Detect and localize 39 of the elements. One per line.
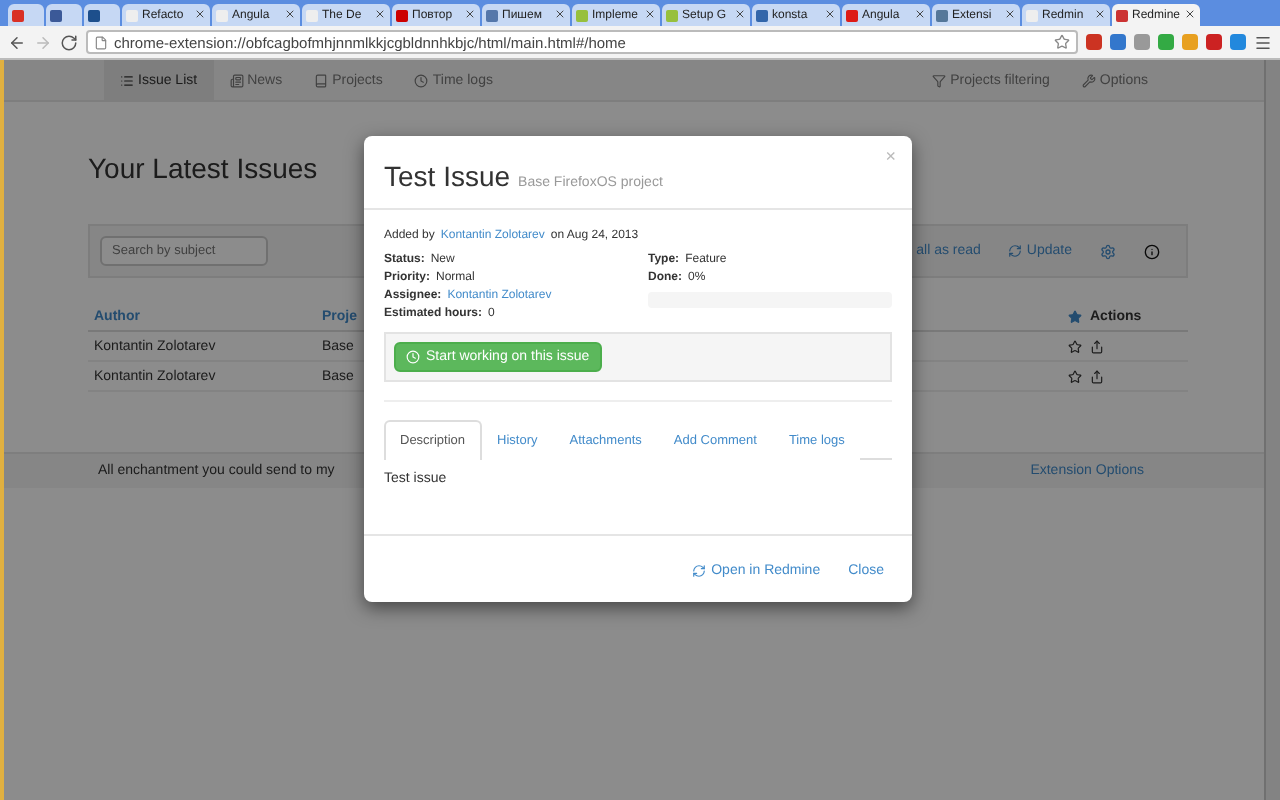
back-button[interactable] <box>8 33 26 51</box>
scrollbar[interactable] <box>1264 60 1280 800</box>
filter-icon <box>932 73 947 87</box>
close-icon[interactable] <box>374 7 386 19</box>
close-icon[interactable] <box>1094 7 1106 19</box>
close-icon[interactable] <box>1004 7 1016 19</box>
star-icon[interactable] <box>1068 339 1082 353</box>
clock-icon <box>406 350 420 364</box>
menu-icon[interactable] <box>1254 33 1272 51</box>
browser-tab[interactable] <box>84 4 120 26</box>
close-icon[interactable] <box>284 7 296 19</box>
close-icon[interactable] <box>914 7 926 19</box>
dialog-title: Test Issue <box>384 160 511 192</box>
close-icon[interactable] <box>1184 7 1197 19</box>
close-icon[interactable] <box>194 7 206 19</box>
close-button[interactable]: × <box>885 146 896 166</box>
star-icon <box>1068 309 1082 323</box>
close-icon[interactable] <box>734 7 746 19</box>
extension-icon[interactable] <box>1206 34 1222 50</box>
star-icon[interactable] <box>1068 369 1082 383</box>
reload-button[interactable] <box>60 33 78 51</box>
extension-icon[interactable] <box>1110 34 1126 50</box>
close-icon[interactable] <box>824 7 836 19</box>
page-heading: Your Latest Issues <box>88 152 318 184</box>
extension-icon[interactable] <box>1086 34 1102 50</box>
close-icon[interactable] <box>554 7 566 19</box>
close-icon[interactable] <box>644 7 656 19</box>
close-icon[interactable] <box>464 7 476 19</box>
info-icon[interactable] <box>1144 243 1160 259</box>
clock-icon <box>414 73 429 87</box>
refresh-icon <box>691 564 706 578</box>
news-icon <box>229 73 244 87</box>
settings-icon[interactable] <box>1100 243 1116 259</box>
book-icon <box>314 73 329 87</box>
list-icon <box>120 73 134 87</box>
browser-tab[interactable] <box>8 4 44 26</box>
refresh-icon <box>1008 244 1023 258</box>
browser-tab[interactable] <box>46 4 82 26</box>
wrench-icon <box>1081 73 1096 87</box>
